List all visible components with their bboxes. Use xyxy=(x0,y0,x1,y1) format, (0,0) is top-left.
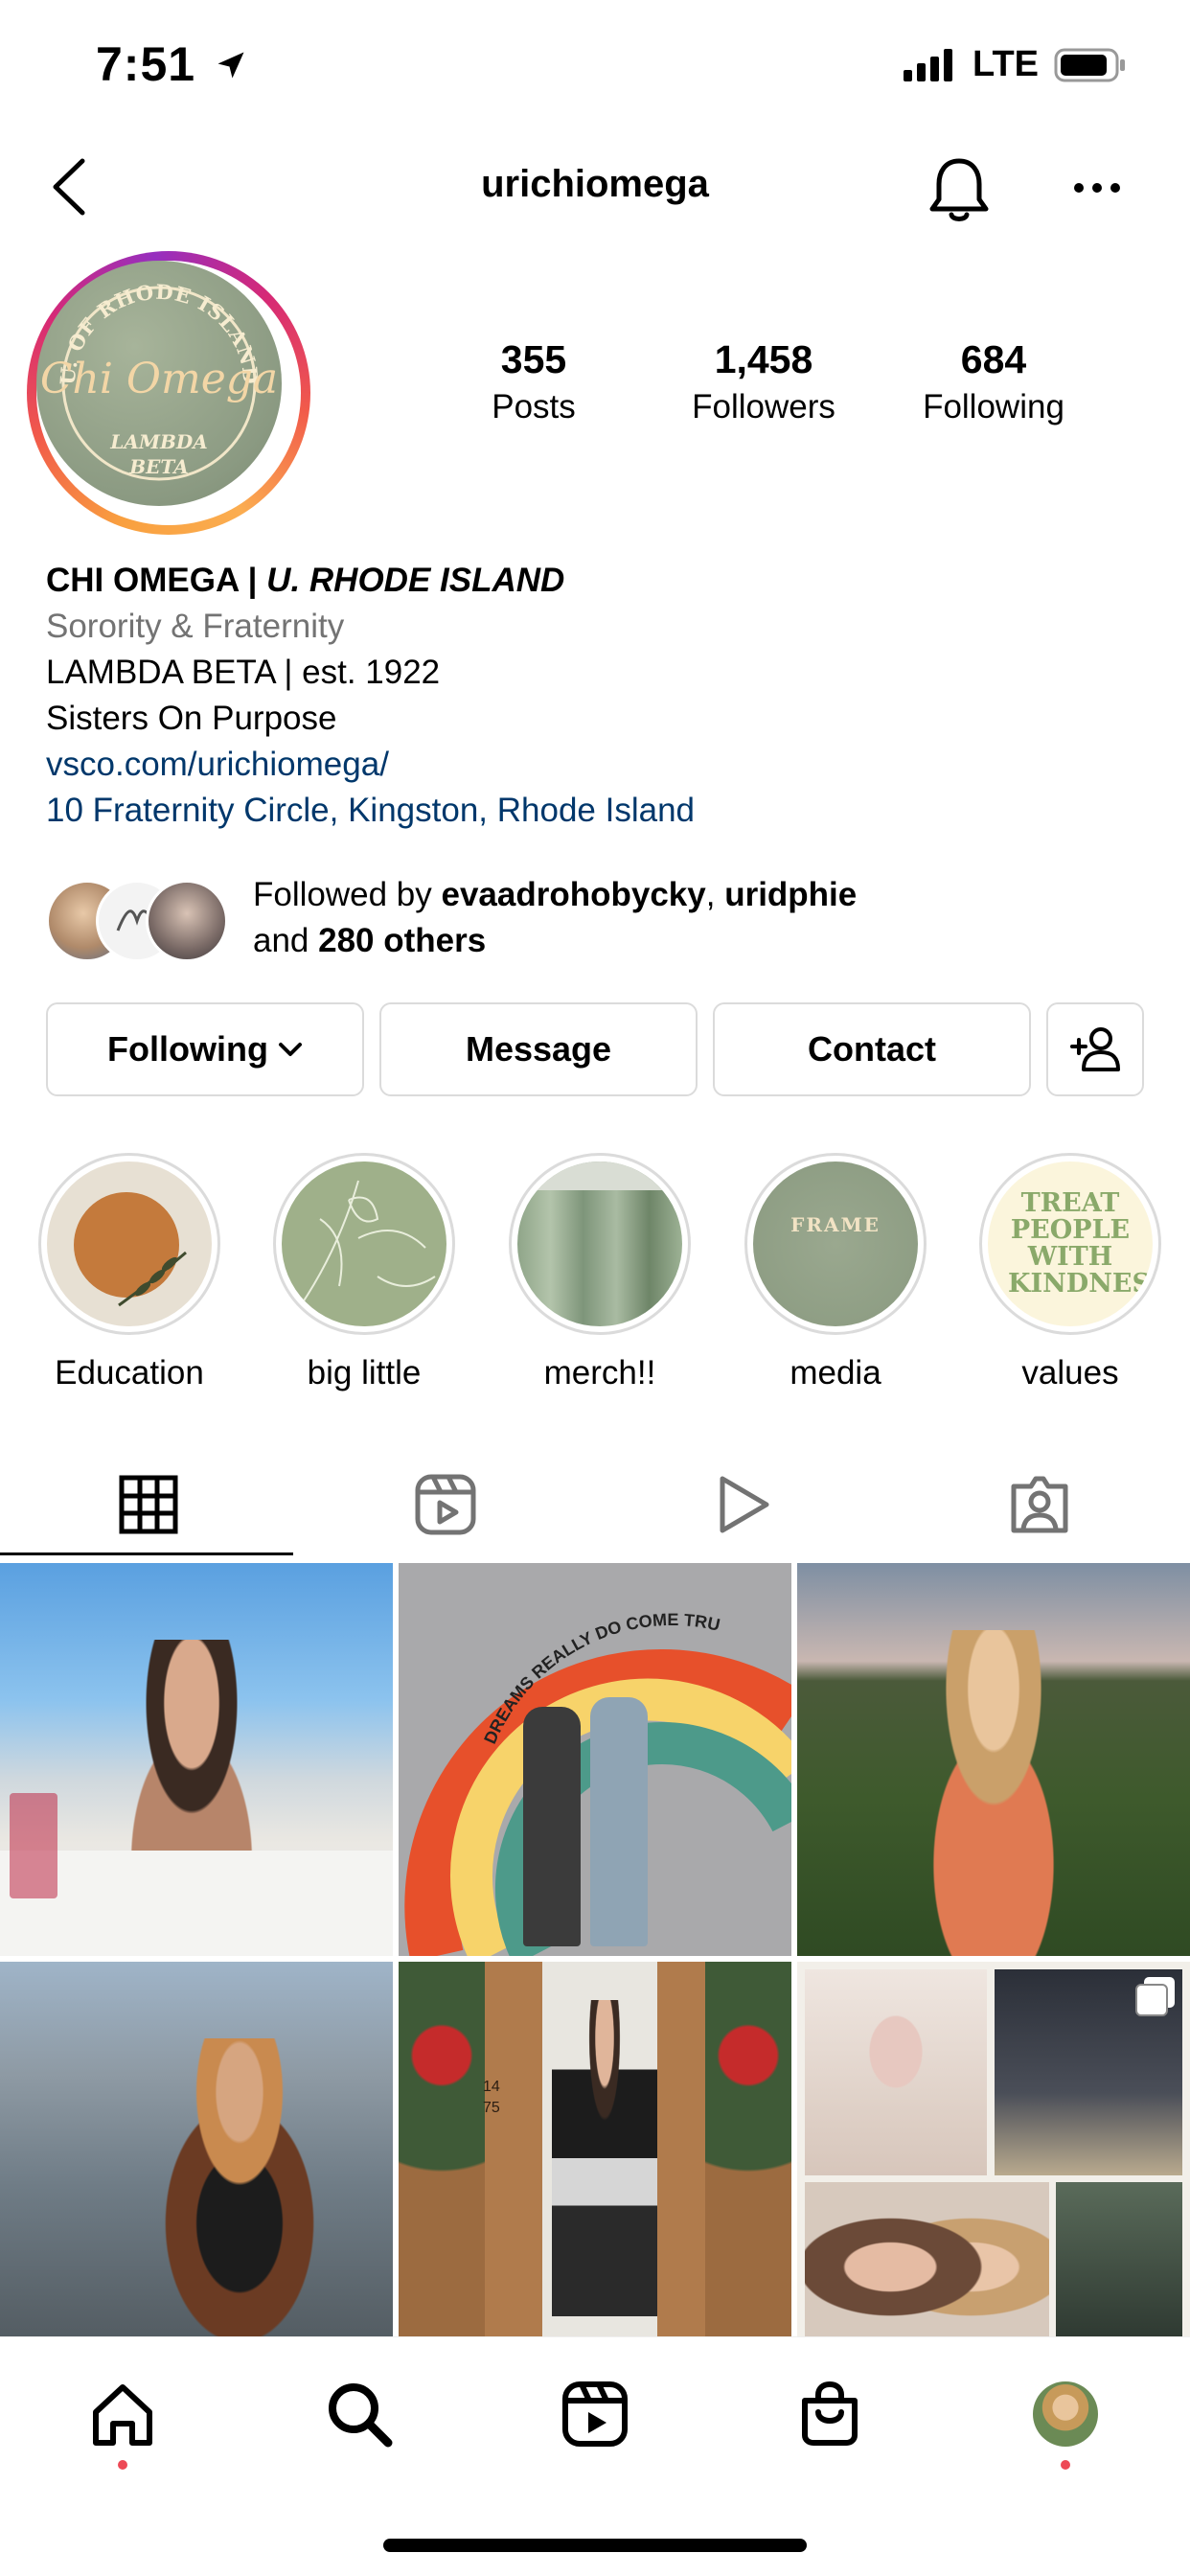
stat-posts[interactable]: 355 Posts xyxy=(428,337,639,426)
highlight-education-image xyxy=(47,1162,212,1326)
stat-following-value: 684 xyxy=(960,337,1027,381)
followed-by-text[interactable]: Followed by evaadrohobycky, uridphie and… xyxy=(253,872,857,964)
tab-reels[interactable] xyxy=(297,1457,594,1552)
post-thumbnail-2[interactable]: DREAMS REALLY DO COME TRUE xyxy=(399,1563,791,1956)
stat-followers-value: 1,458 xyxy=(714,337,813,381)
bio-line-2: Sisters On Purpose xyxy=(46,700,337,737)
door-number: 1475 xyxy=(483,2079,500,2116)
highlight-big-little-label: big little xyxy=(307,1354,422,1392)
play-icon xyxy=(720,1476,769,1533)
network-label: LTE xyxy=(973,44,1039,84)
carousel-icon xyxy=(1135,1977,1175,2016)
profile-avatar[interactable]: U. OF RHODE ISLAND Chi Omega LAMBDA BETA xyxy=(27,251,310,535)
stat-followers[interactable]: 1,458 Followers xyxy=(658,337,869,426)
nav-shop[interactable] xyxy=(791,2376,868,2452)
contact-button[interactable]: Contact xyxy=(713,1002,1031,1096)
highlight-values-image: TREAT PEOPLE WITH KINDNESS xyxy=(988,1162,1153,1326)
profile-address[interactable]: 10 Fraternity Circle, Kingston, Rhode Is… xyxy=(46,788,695,834)
highlight-merch-label: merch!! xyxy=(543,1354,656,1392)
more-options-button[interactable] xyxy=(1073,178,1121,197)
stat-following[interactable]: 684 Following xyxy=(888,337,1099,426)
tab-active-indicator xyxy=(0,1552,293,1555)
highlight-values-label: values xyxy=(1021,1354,1119,1392)
more-horizontal-icon xyxy=(1074,183,1120,193)
chevron-down-icon xyxy=(278,1043,302,1056)
highlight-media-label: media xyxy=(790,1354,881,1392)
highlight-media-overlay: FRAME xyxy=(790,1213,881,1236)
suggested-people-button[interactable] xyxy=(1046,1002,1144,1096)
status-indicators: LTE xyxy=(904,44,1127,85)
profile-name: CHI OMEGA | U. RHODE ISLAND xyxy=(46,562,565,599)
post-thumbnail-1[interactable] xyxy=(0,1563,393,1956)
profile-thumbnail-avatar xyxy=(1033,2381,1098,2447)
highlight-values[interactable]: TREAT PEOPLE WITH KINDNESS values xyxy=(979,1153,1161,1392)
highlight-values-overlay: TREAT PEOPLE WITH KINDNESS xyxy=(1008,1188,1153,1299)
highlight-big-little[interactable]: big little xyxy=(273,1153,455,1392)
highlight-education[interactable]: Education xyxy=(38,1153,220,1392)
notifications-button[interactable] xyxy=(926,155,993,224)
post-thumbnail-5[interactable]: 1475 xyxy=(399,1962,791,2336)
highlight-merch-image xyxy=(517,1162,682,1326)
bell-icon xyxy=(929,158,989,221)
search-icon xyxy=(329,2383,393,2448)
home-icon xyxy=(93,2384,152,2446)
post-thumbnail-4[interactable] xyxy=(0,1962,393,2336)
profile-link[interactable]: vsco.com/urichiomega/ xyxy=(46,742,695,788)
nav-profile-indicator xyxy=(1061,2460,1070,2470)
tab-posts-grid[interactable] xyxy=(0,1457,297,1552)
highlight-merch[interactable]: merch!! xyxy=(509,1153,691,1392)
nav-reels[interactable] xyxy=(557,2376,633,2452)
location-arrow-icon xyxy=(217,52,244,79)
avatar-image: U. OF RHODE ISLAND Chi Omega LAMBDA BETA xyxy=(36,261,282,506)
message-button[interactable]: Message xyxy=(379,1002,698,1096)
nav-search[interactable] xyxy=(321,2376,398,2452)
nav-home-indicator xyxy=(118,2460,127,2470)
home-indicator-bar xyxy=(383,2539,807,2552)
battery-icon xyxy=(1054,48,1125,81)
tagged-person-icon xyxy=(1011,1476,1068,1533)
following-button[interactable]: Following xyxy=(46,1002,364,1096)
stat-following-label: Following xyxy=(923,388,1064,426)
reels-icon xyxy=(415,1474,476,1535)
grid-icon xyxy=(119,1475,178,1534)
avatar-script-text: Chi Omega xyxy=(40,355,278,403)
profile-bio: CHI OMEGA | U. RHODE ISLAND Sorority & F… xyxy=(46,558,695,834)
post-thumbnail-6[interactable] xyxy=(797,1962,1190,2336)
tab-videos[interactable] xyxy=(594,1457,891,1552)
mutual-followers-avatars[interactable] xyxy=(46,880,238,962)
highlight-education-label: Education xyxy=(55,1354,204,1392)
profile-category: Sorority & Fraternity xyxy=(46,608,345,645)
post-thumbnail-3[interactable] xyxy=(797,1563,1190,1956)
avatar-bottom-text-1: LAMBDA xyxy=(109,430,207,453)
stat-followers-label: Followers xyxy=(692,388,835,426)
tab-tagged[interactable] xyxy=(891,1457,1188,1552)
nav-home[interactable] xyxy=(84,2376,161,2452)
highlight-media-image: FRAME xyxy=(753,1162,918,1326)
stat-posts-value: 355 xyxy=(500,337,567,381)
shopping-bag-icon xyxy=(802,2380,858,2446)
signal-icon xyxy=(904,48,953,81)
profile-username: urichiomega xyxy=(481,163,709,205)
highlight-media[interactable]: FRAME media xyxy=(744,1153,927,1392)
stat-posts-label: Posts xyxy=(492,388,576,426)
bottom-navigation xyxy=(0,2336,1190,2552)
nav-profile[interactable] xyxy=(1027,2376,1104,2452)
add-person-icon xyxy=(1070,1027,1120,1071)
highlight-big-little-image xyxy=(282,1162,446,1326)
avatar-bottom-text-2: BETA xyxy=(128,455,188,478)
reels-icon xyxy=(562,2381,628,2447)
status-time: 7:51 xyxy=(96,36,248,92)
bio-line-1: LAMBDA BETA | est. 1922 xyxy=(46,654,441,691)
